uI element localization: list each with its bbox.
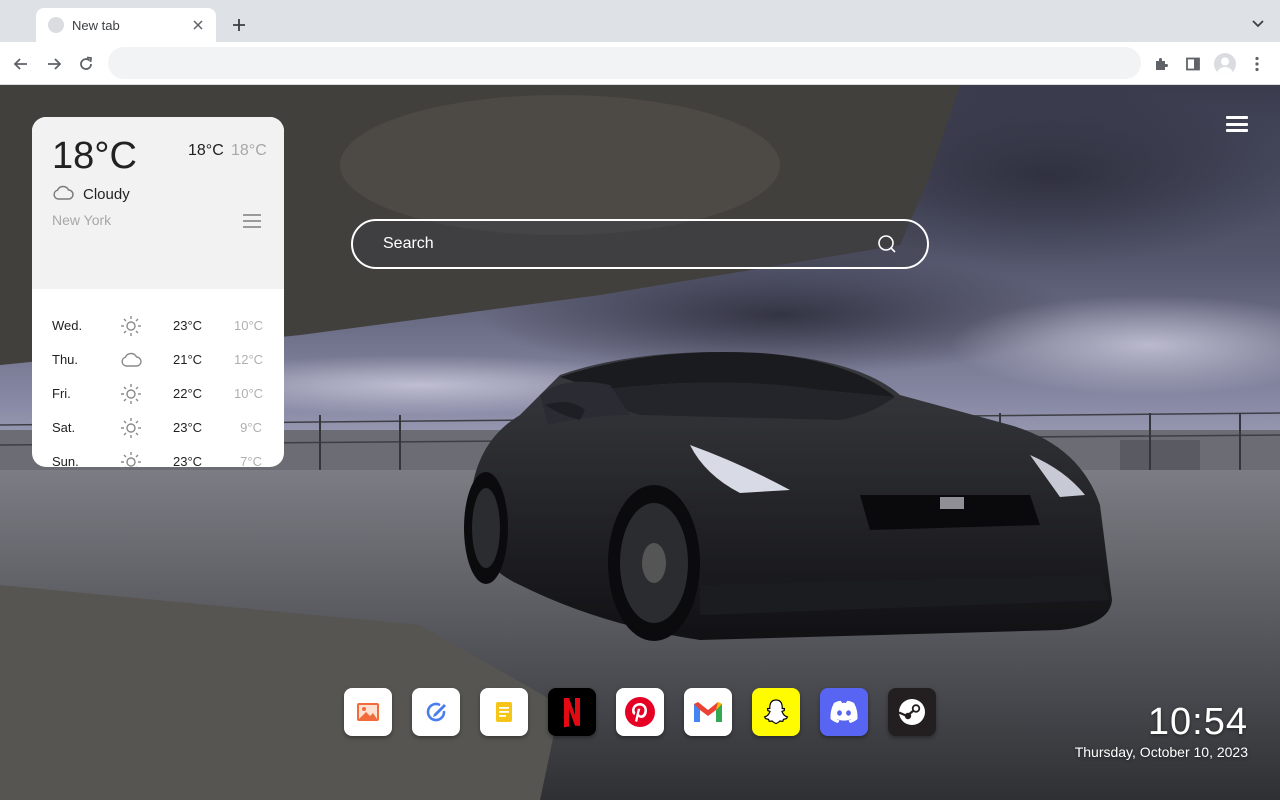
weather-current: 18°C 18°C 18°C Cloudy New York xyxy=(32,117,284,289)
gmail-icon xyxy=(694,702,722,722)
search-input[interactable] xyxy=(383,221,863,267)
current-temperature: 18°C xyxy=(52,135,137,177)
new-tab-icon[interactable] xyxy=(228,14,250,36)
steam-icon xyxy=(898,699,925,725)
pen-circle-icon xyxy=(426,702,446,722)
discord-icon xyxy=(830,700,858,723)
forecast-high: 23°C xyxy=(173,454,203,467)
forecast-high: 23°C xyxy=(173,420,203,435)
forecast-low: 7°C xyxy=(240,454,262,467)
forecast-low: 10°C xyxy=(234,318,264,333)
cloud-icon xyxy=(120,349,142,376)
forecast-high: 22°C xyxy=(173,386,203,401)
image-icon xyxy=(357,703,379,721)
forecast-high: 21°C xyxy=(173,352,203,367)
forecast-day: Fri. xyxy=(52,386,71,401)
tab-strip: New tab xyxy=(0,0,1280,42)
clock-date: Thursday, October 10, 2023 xyxy=(1074,744,1248,760)
back-icon[interactable] xyxy=(8,51,34,77)
weather-city: New York xyxy=(52,212,112,228)
close-icon[interactable] xyxy=(190,17,206,33)
photos-shortcut[interactable] xyxy=(344,688,392,736)
notes-icon xyxy=(496,702,512,722)
sun-icon xyxy=(120,315,142,342)
clock-widget: 10:54 Thursday, October 10, 2023 xyxy=(1075,700,1248,760)
cloud-icon xyxy=(52,185,74,206)
blank-favicon-icon xyxy=(48,17,64,33)
forecast-low: 9°C xyxy=(240,420,262,435)
pinterest-shortcut[interactable] xyxy=(616,688,664,736)
discord-shortcut[interactable] xyxy=(820,688,868,736)
new-tab-page: 18°C 18°C 18°C Cloudy New York Wed. 23°C… xyxy=(0,85,1280,800)
reload-icon[interactable] xyxy=(73,51,99,77)
forecast-day: Wed. xyxy=(52,318,83,333)
forecast-row: Thu. 21°C 12°C xyxy=(32,343,284,377)
today-high: 18°C xyxy=(188,142,224,159)
pinterest-icon xyxy=(625,697,655,727)
forecast-day: Sat. xyxy=(52,420,76,435)
side-panel-icon[interactable] xyxy=(1180,51,1206,77)
sun-icon xyxy=(120,383,142,410)
weather-condition: Cloudy xyxy=(83,186,130,203)
tab-search-icon[interactable] xyxy=(1248,14,1268,34)
weather-forecast: Wed. 23°C 10°C Thu. 21°C 12°C Fri. 22°C … xyxy=(32,309,284,467)
forecast-day: Sun. xyxy=(52,454,79,467)
snapchat-icon xyxy=(763,699,789,725)
forecast-high: 23°C xyxy=(173,318,203,333)
browser-toolbar xyxy=(0,42,1280,85)
forecast-day: Thu. xyxy=(52,352,79,367)
forecast-row: Sun. 23°C 7°C xyxy=(32,445,284,467)
forward-icon[interactable] xyxy=(41,51,67,77)
profile-icon[interactable] xyxy=(1212,51,1238,77)
extensions-icon[interactable] xyxy=(1148,51,1174,77)
forecast-low: 10°C xyxy=(234,386,264,401)
search-icon[interactable] xyxy=(877,234,897,254)
tab-title: New tab xyxy=(72,17,120,33)
today-low: 18°C xyxy=(231,142,267,159)
forecast-row: Sat. 23°C 9°C xyxy=(32,411,284,445)
tab-new-tab[interactable]: New tab xyxy=(36,8,216,42)
edit-shortcut[interactable] xyxy=(412,688,460,736)
forecast-row: Fri. 22°C 10°C xyxy=(32,377,284,411)
sun-icon xyxy=(120,451,142,467)
notes-shortcut[interactable] xyxy=(480,688,528,736)
forecast-row: Wed. 23°C 10°C xyxy=(32,309,284,343)
sun-icon xyxy=(120,417,142,444)
search-box xyxy=(351,219,929,269)
steam-shortcut[interactable] xyxy=(888,688,936,736)
forecast-low: 12°C xyxy=(234,352,264,367)
snapchat-shortcut[interactable] xyxy=(752,688,800,736)
netflix-icon xyxy=(564,698,580,728)
kebab-menu-icon[interactable] xyxy=(1244,51,1270,77)
weather-widget: 18°C 18°C 18°C Cloudy New York Wed. 23°C… xyxy=(32,117,284,467)
address-bar[interactable] xyxy=(108,47,1141,79)
gmail-shortcut[interactable] xyxy=(684,688,732,736)
page-menu-icon[interactable] xyxy=(1226,113,1248,135)
weather-list-icon[interactable] xyxy=(243,214,261,228)
netflix-shortcut[interactable] xyxy=(548,688,596,736)
shortcut-dock xyxy=(344,688,936,736)
clock-time: 10:54 xyxy=(1147,701,1248,743)
